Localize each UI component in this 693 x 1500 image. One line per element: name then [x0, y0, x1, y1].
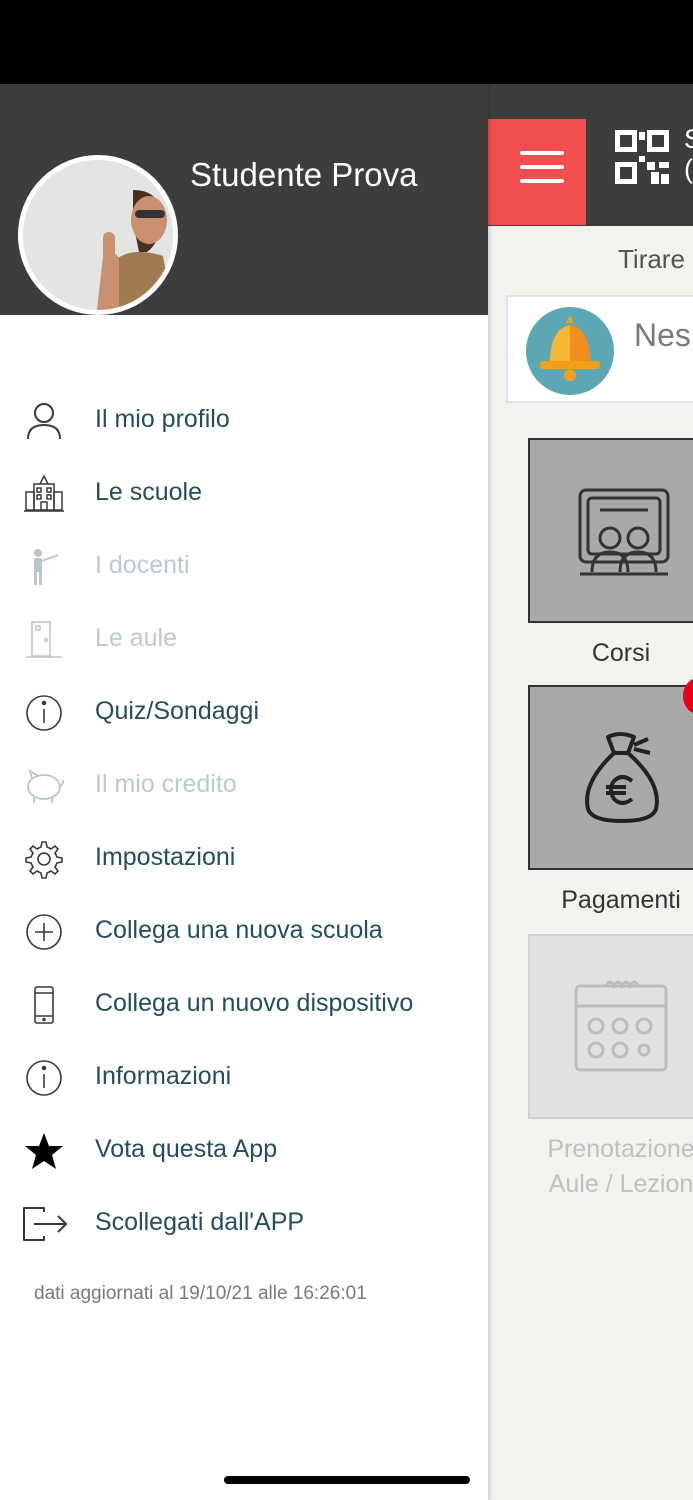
menu-item-i-docenti[interactable]: I docenti: [0, 531, 488, 604]
calendar-icon: [574, 980, 668, 1072]
star-icon: [25, 1133, 63, 1169]
user-name: Studente Prova: [190, 156, 418, 193]
last-updated-text: dati aggiornati al 19/10/21 alle 16:26:0…: [34, 1283, 367, 1304]
menu-item-informazioni[interactable]: Informazioni: [0, 1042, 488, 1115]
app-header-line-1: S: [684, 124, 693, 154]
tile-prenotazione-label-line2: Aule / Lezion: [548, 1170, 693, 1198]
home-indicator[interactable]: [224, 1476, 470, 1484]
logout-icon: [23, 1207, 67, 1241]
menu-item-impostazioni[interactable]: Impostazioni: [0, 823, 488, 896]
tile-prenotazione-label: Prenotazione Aule / Lezion: [488, 1132, 693, 1202]
menu-item-il-mio-credito[interactable]: Il mio credito: [0, 750, 488, 823]
menu-item-vota-questa-app[interactable]: Vota questa App: [0, 1115, 488, 1188]
school-building-icon: [24, 474, 64, 512]
menu-item-le-scuole[interactable]: Le scuole: [0, 458, 488, 531]
person-icon: [27, 403, 61, 440]
menu-item-label: Le scuole: [95, 478, 203, 506]
menu-item-label: I docenti: [95, 551, 190, 579]
navigation-drawer: Studente Prova Il mio profilo Le scuole …: [0, 84, 488, 1500]
smartphone-icon: [34, 986, 54, 1024]
app-header-text: S (: [684, 124, 693, 184]
notification-text: Nes: [634, 317, 691, 353]
menu-item-label: Le aule: [95, 624, 178, 652]
app-header: S (: [488, 84, 693, 226]
app-main-screen: S ( Tirare Nes: [488, 84, 693, 1500]
menu-item-label: Scollegati dall'APP: [95, 1208, 305, 1236]
tile-pagamenti[interactable]: [528, 685, 693, 870]
tile-pagamenti-label: Pagamenti: [561, 886, 681, 914]
menu-item-il-mio-profilo[interactable]: Il mio profilo: [0, 385, 488, 458]
teacher-icon: [34, 549, 59, 585]
menu-item-label: Il mio credito: [95, 770, 237, 798]
tile-corsi-label: Corsi: [591, 639, 651, 667]
menu-item-label: Quiz/Sondaggi: [95, 697, 260, 725]
menu-item-label: Collega una nuova scuola: [95, 916, 383, 944]
menu-item-label: Vota questa App: [95, 1135, 278, 1163]
classroom-door-icon: [26, 621, 62, 658]
info-circle-icon: [26, 695, 62, 731]
gear-icon: [25, 841, 63, 879]
menu-item-le-aule[interactable]: Le aule: [0, 604, 488, 677]
drawer-menu: Il mio profilo Le scuole I docenti Le au…: [0, 385, 488, 1261]
menu-item-scollegati[interactable]: Scollegati dall'APP: [0, 1188, 488, 1261]
menu-item-collega-nuovo-dispositivo[interactable]: Collega un nuovo dispositivo: [0, 969, 488, 1042]
tile-prenotazione[interactable]: [528, 934, 693, 1119]
hamburger-menu-button[interactable]: [488, 119, 586, 225]
bell-icon: [526, 307, 614, 395]
tile-prenotazione-label-line1: Prenotazione: [547, 1135, 693, 1163]
menu-item-quiz-sondaggi[interactable]: Quiz/Sondaggi: [0, 677, 488, 750]
plus-circle-icon: [26, 914, 62, 950]
info-circle-icon: [26, 1060, 62, 1096]
notification-card[interactable]: Nes: [506, 295, 693, 403]
menu-item-label: Il mio profilo: [95, 405, 230, 433]
menu-item-label: Impostazioni: [95, 843, 236, 871]
menu-item-label: Collega un nuovo dispositivo: [95, 989, 414, 1017]
money-bag-euro-icon: [585, 732, 659, 823]
avatar[interactable]: [18, 155, 178, 315]
status-bar: [0, 0, 693, 84]
menu-item-label: Informazioni: [95, 1062, 232, 1090]
piggy-bank-icon: [27, 768, 65, 803]
course-board-icon: [578, 488, 670, 576]
qr-code-icon[interactable]: [613, 128, 671, 186]
tile-corsi[interactable]: [528, 438, 693, 623]
menu-item-collega-nuova-scuola[interactable]: Collega una nuova scuola: [0, 896, 488, 969]
app-header-line-2: (: [684, 154, 693, 184]
pull-to-refresh-hint: Tirare: [618, 244, 685, 274]
